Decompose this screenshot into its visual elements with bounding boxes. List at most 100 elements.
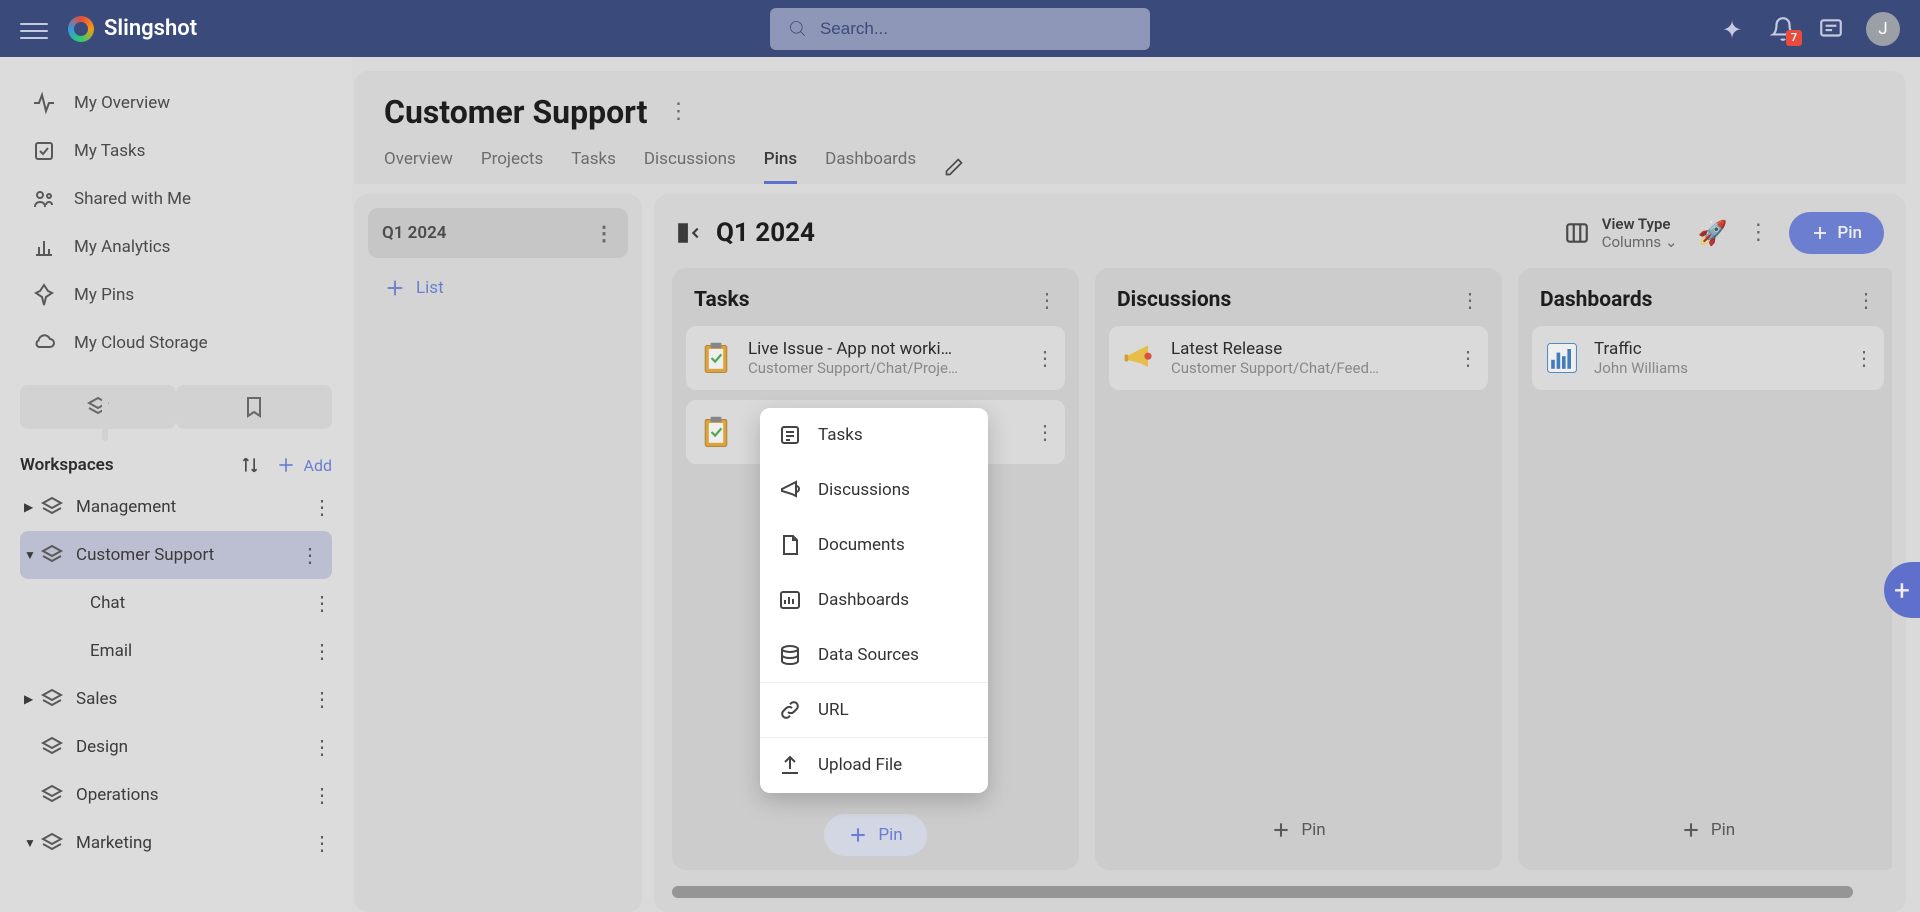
tab-pins[interactable]: Pins — [764, 149, 797, 184]
stack-icon — [40, 831, 64, 855]
card-more-icon[interactable]: ⋮ — [1458, 346, 1478, 370]
upload-icon — [778, 753, 802, 777]
app-logo[interactable]: Slingshot — [68, 16, 197, 42]
column-more-icon[interactable]: ⋮ — [1856, 288, 1876, 312]
more-icon[interactable]: ⋮ — [312, 639, 332, 663]
tab-tasks[interactable]: Tasks — [571, 149, 616, 184]
horizontal-scrollbar[interactable] — [672, 886, 1853, 898]
sidebar-item-my-cloud-storage[interactable]: My Cloud Storage — [0, 319, 352, 367]
add-workspace-button[interactable]: Add — [276, 455, 332, 475]
search-input[interactable] — [820, 19, 1132, 39]
user-avatar[interactable]: J — [1866, 12, 1900, 46]
column-pin-button[interactable]: Pin — [1109, 804, 1488, 856]
section-chip[interactable]: Q1 2024 ⋮ — [368, 208, 628, 258]
sidebar-item-my-tasks[interactable]: My Tasks — [0, 127, 352, 175]
edit-tabs-icon[interactable] — [944, 157, 964, 177]
tab-dashboards[interactable]: Dashboards — [825, 149, 916, 184]
notifications-button[interactable]: 7 — [1770, 16, 1796, 42]
column-dashboards: Dashboards ⋮ Traffic John Williams ⋮ — [1518, 268, 1892, 870]
popup-item-data-sources[interactable]: Data Sources — [760, 628, 988, 683]
popup-label: Data Sources — [818, 645, 919, 665]
more-icon[interactable]: ⋮ — [312, 783, 332, 807]
sidebar-label: My Tasks — [74, 141, 145, 161]
workspace-label: Design — [76, 737, 128, 757]
sidebar: My Overview My Tasks Shared with Me My A… — [0, 57, 352, 912]
workspace-subitem-chat[interactable]: Chat ⋮ — [0, 579, 352, 627]
database-icon — [778, 643, 802, 667]
cloud-icon — [32, 331, 56, 355]
more-icon[interactable]: ⋮ — [300, 543, 320, 567]
collapse-panel-icon[interactable] — [676, 220, 702, 246]
more-icon[interactable]: ⋮ — [312, 687, 332, 711]
more-icon[interactable]: ⋮ — [594, 221, 614, 245]
card-more-icon[interactable]: ⋮ — [1035, 420, 1055, 444]
popup-item-upload-file[interactable]: Upload File — [760, 738, 988, 793]
plus-icon — [1271, 820, 1291, 840]
workspace-item-management[interactable]: ▶ Management ⋮ — [0, 483, 352, 531]
sidebar-label: My Analytics — [74, 237, 170, 257]
pin-card[interactable]: Live Issue - App not worki… Customer Sup… — [686, 326, 1065, 390]
sort-icon[interactable] — [240, 455, 260, 475]
hamburger-menu[interactable] — [20, 18, 48, 40]
feedback-icon[interactable] — [1818, 16, 1844, 42]
caret-icon: ▼ — [24, 548, 36, 562]
plus-icon — [1681, 820, 1701, 840]
sidebar-item-my-analytics[interactable]: My Analytics — [0, 223, 352, 271]
more-icon[interactable]: ⋮ — [312, 495, 332, 519]
workspace-item-customer-support[interactable]: ▼ Customer Support ⋮ — [20, 531, 332, 579]
card-subtitle: John Williams — [1594, 359, 1842, 377]
task-icon — [32, 139, 56, 163]
tab-discussions[interactable]: Discussions — [644, 149, 736, 184]
pin-button[interactable]: Pin — [1789, 212, 1884, 254]
popup-label: URL — [818, 700, 849, 720]
column-more-icon[interactable]: ⋮ — [1037, 288, 1057, 312]
plus-icon — [1811, 224, 1829, 242]
global-search[interactable] — [770, 8, 1150, 50]
bar-chart-icon — [1542, 338, 1582, 378]
column-pin-button[interactable]: Pin — [824, 814, 926, 856]
workspace-item-operations[interactable]: ▶ Operations ⋮ — [0, 771, 352, 819]
pin-card[interactable]: Latest Release Customer Support/Chat/Fee… — [1109, 326, 1488, 390]
workspaces-toggle[interactable] — [20, 385, 176, 429]
pin-label: Pin — [878, 825, 902, 845]
link-icon — [778, 698, 802, 722]
workspace-item-design[interactable]: ▶ Design ⋮ — [0, 723, 352, 771]
chip-label: Q1 2024 — [382, 223, 447, 243]
add-list-button[interactable]: List — [368, 264, 628, 312]
dashboard-icon — [778, 588, 802, 612]
megaphone-icon — [1119, 338, 1159, 378]
view-type-selector[interactable]: View Type Columns ⌄ — [1564, 215, 1678, 251]
pin-card[interactable]: Traffic John Williams ⋮ — [1532, 326, 1884, 390]
rocket-icon[interactable]: 🚀 — [1697, 219, 1727, 247]
card-more-icon[interactable]: ⋮ — [1854, 346, 1874, 370]
column-more-icon[interactable]: ⋮ — [1460, 288, 1480, 312]
board-more-icon[interactable]: ⋮ — [1747, 222, 1769, 244]
sidebar-item-shared-with-me[interactable]: Shared with Me — [0, 175, 352, 223]
workspace-subitem-email[interactable]: Email ⋮ — [0, 627, 352, 675]
plus-icon — [848, 825, 868, 845]
more-icon[interactable]: ⋮ — [312, 735, 332, 759]
page-more-icon[interactable]: ⋮ — [667, 101, 689, 123]
popup-item-url[interactable]: URL — [760, 683, 988, 738]
sidebar-item-my-overview[interactable]: My Overview — [0, 79, 352, 127]
column-pin-button[interactable]: Pin — [1532, 804, 1884, 856]
column-title: Discussions — [1117, 288, 1231, 312]
sidebar-item-my-pins[interactable]: My Pins — [0, 271, 352, 319]
megaphone-icon — [778, 478, 802, 502]
popup-item-dashboards[interactable]: Dashboards — [760, 573, 988, 628]
popup-item-documents[interactable]: Documents — [760, 518, 988, 573]
popup-item-discussions[interactable]: Discussions — [760, 463, 988, 518]
popup-item-tasks[interactable]: Tasks — [760, 408, 988, 463]
caret-icon: ▶ — [24, 500, 36, 514]
tab-overview[interactable]: Overview — [384, 149, 453, 184]
stack-icon — [40, 687, 64, 711]
bookmarks-toggle[interactable] — [176, 385, 332, 429]
ai-sparkle-icon[interactable]: ✦ — [1722, 16, 1748, 42]
more-icon[interactable]: ⋮ — [312, 831, 332, 855]
column-title: Tasks — [694, 288, 750, 312]
card-more-icon[interactable]: ⋮ — [1035, 346, 1055, 370]
tab-projects[interactable]: Projects — [481, 149, 543, 184]
workspace-item-sales[interactable]: ▶ Sales ⋮ — [0, 675, 352, 723]
more-icon[interactable]: ⋮ — [312, 591, 332, 615]
workspace-item-marketing[interactable]: ▼ Marketing ⋮ — [0, 819, 352, 867]
